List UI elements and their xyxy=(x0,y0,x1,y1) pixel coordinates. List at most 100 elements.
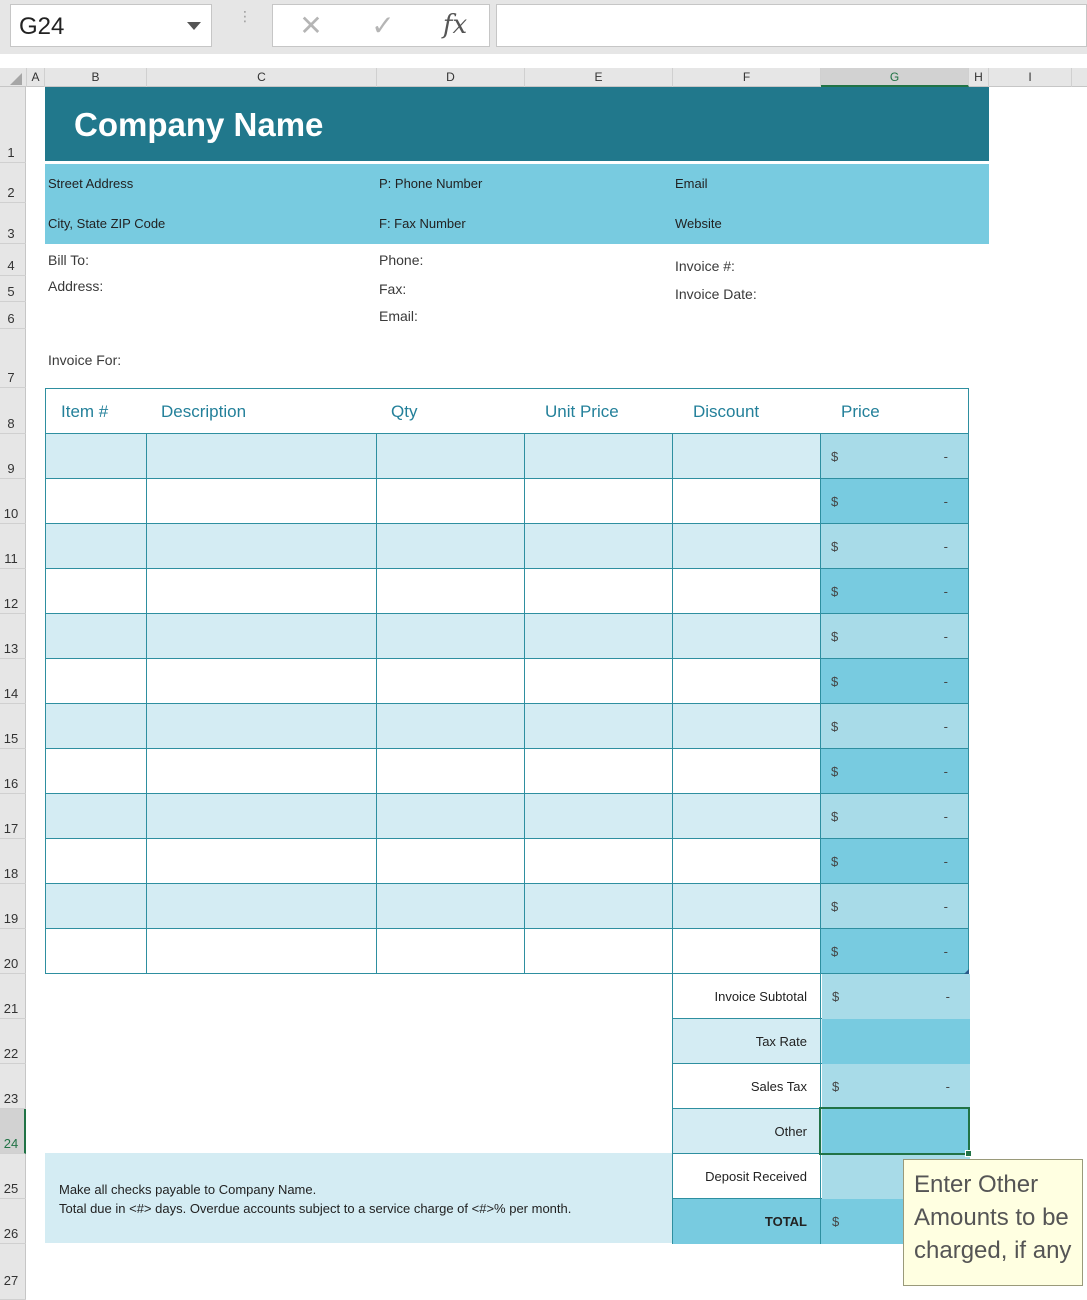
city-state-zip[interactable]: City, State ZIP Code xyxy=(48,216,165,231)
subtotal-value[interactable]: $ - xyxy=(822,974,970,1019)
table-row[interactable]: $ - xyxy=(46,568,968,613)
row-header-12[interactable]: 12 xyxy=(0,569,26,614)
price-cell[interactable]: $ - xyxy=(821,659,968,703)
table-row[interactable]: $ - xyxy=(46,433,968,478)
payment-notes[interactable]: Make all checks payable to Company Name.… xyxy=(45,1153,672,1243)
row-header-16[interactable]: 16 xyxy=(0,749,26,794)
row-header-18[interactable]: 18 xyxy=(0,839,26,884)
header-discount[interactable]: Discount xyxy=(693,389,759,434)
enter-icon[interactable]: ✓ xyxy=(363,5,403,46)
row-header-19[interactable]: 19 xyxy=(0,884,26,929)
row-header-24[interactable]: 24 xyxy=(0,1109,26,1154)
row-header-25[interactable]: 25 xyxy=(0,1154,26,1199)
price-cell[interactable]: $ - xyxy=(821,434,968,478)
contact-band[interactable] xyxy=(45,164,989,244)
row-header-20[interactable]: 20 xyxy=(0,929,26,974)
email-label[interactable]: Email: xyxy=(379,308,418,324)
column-header-g[interactable]: G xyxy=(821,68,969,87)
row-header-3[interactable]: 3 xyxy=(0,203,26,244)
price-cell[interactable]: $ - xyxy=(821,479,968,523)
select-all-corner[interactable] xyxy=(0,68,27,87)
price-cell[interactable]: $ - xyxy=(821,614,968,658)
table-row[interactable]: $ - xyxy=(46,523,968,568)
invoice-date-label[interactable]: Invoice Date: xyxy=(675,286,757,302)
street-address[interactable]: Street Address xyxy=(48,176,133,191)
header-price[interactable]: Price xyxy=(841,389,880,434)
row-header-23[interactable]: 23 xyxy=(0,1064,26,1109)
insert-function-button[interactable]: fx xyxy=(433,5,477,46)
formula-input[interactable] xyxy=(496,4,1087,47)
price-cell[interactable]: $ - xyxy=(821,884,968,928)
column-header-f[interactable]: F xyxy=(673,68,821,87)
row-header-11[interactable]: 11 xyxy=(0,524,26,569)
column-header-bar: A B C D E F G H I xyxy=(0,68,1087,87)
price-cell[interactable]: $ - xyxy=(821,569,968,613)
row-header-13[interactable]: 13 xyxy=(0,614,26,659)
tax-rate-value[interactable] xyxy=(822,1019,970,1064)
column-header-c[interactable]: C xyxy=(147,68,377,87)
company-email[interactable]: Email xyxy=(675,176,708,191)
phone-number[interactable]: P: Phone Number xyxy=(379,176,482,191)
column-header-b[interactable]: B xyxy=(45,68,147,87)
price-cell[interactable]: $ - xyxy=(821,749,968,793)
price-cell[interactable]: $ - xyxy=(821,794,968,838)
row-header-17[interactable]: 17 xyxy=(0,794,26,839)
company-name[interactable]: Company Name xyxy=(74,106,323,144)
phone-label[interactable]: Phone: xyxy=(379,252,423,268)
subtotal-row[interactable]: Invoice Subtotal $ - xyxy=(673,974,970,1019)
row-header-22[interactable]: 22 xyxy=(0,1019,26,1064)
column-header-a[interactable]: A xyxy=(27,68,45,87)
drag-handle-icon[interactable]: ⋮ xyxy=(238,9,252,38)
column-header-i[interactable]: I xyxy=(989,68,1072,87)
row-header-6[interactable]: 6 xyxy=(0,302,26,329)
row-header-14[interactable]: 14 xyxy=(0,659,26,704)
table-row[interactable]: $ - xyxy=(46,928,968,973)
price-cell[interactable]: $ - xyxy=(821,929,968,973)
price-cell[interactable]: $ - xyxy=(821,839,968,883)
cancel-icon[interactable]: ✕ xyxy=(291,5,331,46)
chevron-down-icon[interactable] xyxy=(187,22,201,30)
row-header-21[interactable]: 21 xyxy=(0,974,26,1019)
price-cell[interactable]: $ - xyxy=(821,524,968,568)
row-header-15[interactable]: 15 xyxy=(0,704,26,749)
bill-to-label[interactable]: Bill To: xyxy=(48,252,89,268)
row-header-26[interactable]: 26 xyxy=(0,1199,26,1244)
row-header-10[interactable]: 10 xyxy=(0,479,26,524)
selected-cell-g24[interactable] xyxy=(819,1107,970,1155)
row-header-5[interactable]: 5 xyxy=(0,276,26,302)
invoice-number-label[interactable]: Invoice #: xyxy=(675,258,735,274)
column-header-e[interactable]: E xyxy=(525,68,673,87)
table-row[interactable]: $ - xyxy=(46,658,968,703)
table-row[interactable]: $ - xyxy=(46,748,968,793)
header-description[interactable]: Description xyxy=(161,389,246,434)
name-box[interactable]: G24 xyxy=(10,4,212,47)
row-header-7[interactable]: 7 xyxy=(0,329,26,388)
invoice-for-label[interactable]: Invoice For: xyxy=(48,352,121,368)
header-unit-price[interactable]: Unit Price xyxy=(545,389,619,434)
row-header-4[interactable]: 4 xyxy=(0,244,26,276)
column-header-d[interactable]: D xyxy=(377,68,525,87)
sales-tax-value[interactable]: $ - xyxy=(822,1064,970,1109)
table-row[interactable]: $ - xyxy=(46,613,968,658)
address-label[interactable]: Address: xyxy=(48,278,103,294)
fax-label[interactable]: Fax: xyxy=(379,281,406,297)
table-row[interactable]: $ - xyxy=(46,478,968,523)
row-header-1[interactable]: 1 xyxy=(0,87,26,163)
row-header-8[interactable]: 8 xyxy=(0,388,26,434)
header-qty[interactable]: Qty xyxy=(391,389,417,434)
table-row[interactable]: $ - xyxy=(46,883,968,928)
company-website[interactable]: Website xyxy=(675,216,722,231)
price-cell[interactable]: $ - xyxy=(821,704,968,748)
row-header-9[interactable]: 9 xyxy=(0,434,26,479)
fax-number[interactable]: F: Fax Number xyxy=(379,216,466,231)
tax-rate-row[interactable]: Tax Rate xyxy=(673,1019,970,1064)
row-header-2[interactable]: 2 xyxy=(0,163,26,203)
fill-handle[interactable] xyxy=(965,1150,972,1157)
header-item-number[interactable]: Item # xyxy=(61,389,108,434)
column-header-h[interactable]: H xyxy=(969,68,989,87)
table-row[interactable]: $ - xyxy=(46,838,968,883)
sales-tax-row[interactable]: Sales Tax $ - xyxy=(673,1064,970,1109)
row-header-27[interactable]: 27 xyxy=(0,1244,26,1300)
table-row[interactable]: $ - xyxy=(46,793,968,838)
table-row[interactable]: $ - xyxy=(46,703,968,748)
